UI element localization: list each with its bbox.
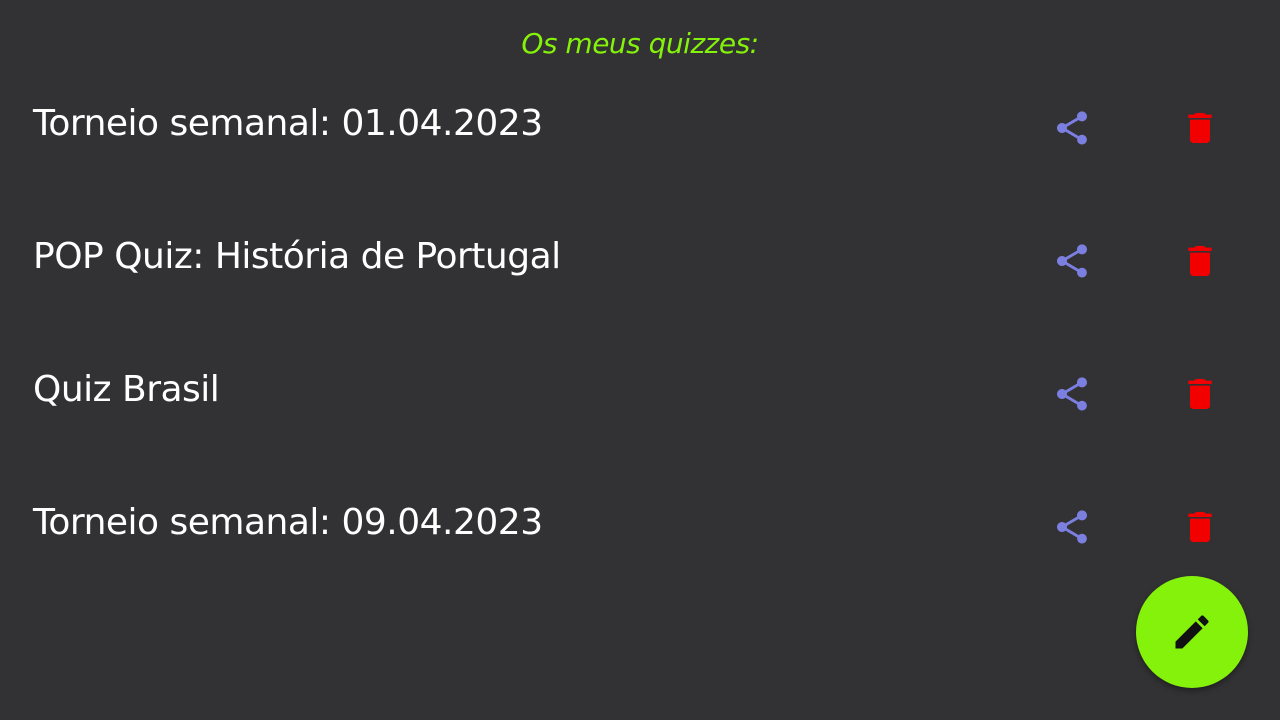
- delete-button[interactable]: [1176, 503, 1224, 551]
- share-icon: [1057, 510, 1087, 544]
- quiz-list-item[interactable]: Torneio semanal: 01.04.2023: [0, 60, 1280, 193]
- trash-icon: [1188, 113, 1212, 143]
- quiz-title[interactable]: Torneio semanal: 01.04.2023: [33, 100, 543, 148]
- quiz-list: Torneio semanal: 01.04.2023 POP Quiz: Hi…: [0, 60, 1280, 592]
- trash-icon: [1188, 379, 1212, 409]
- delete-button[interactable]: [1176, 104, 1224, 152]
- delete-button[interactable]: [1176, 237, 1224, 285]
- quiz-list-item[interactable]: Torneio semanal: 09.04.2023: [0, 459, 1280, 592]
- share-button[interactable]: [1048, 503, 1096, 551]
- quiz-list-screen: Os meus quizzes: Torneio semanal: 01.04.…: [0, 0, 1280, 720]
- quiz-title[interactable]: Quiz Brasil: [33, 366, 220, 414]
- share-icon: [1057, 111, 1087, 145]
- share-icon: [1057, 244, 1087, 278]
- quiz-title[interactable]: POP Quiz: História de Portugal: [33, 233, 561, 281]
- trash-icon: [1188, 512, 1212, 542]
- trash-icon: [1188, 246, 1212, 276]
- create-quiz-button[interactable]: [1136, 576, 1248, 688]
- share-button[interactable]: [1048, 104, 1096, 152]
- quiz-list-item[interactable]: POP Quiz: História de Portugal: [0, 193, 1280, 326]
- pencil-icon: [1175, 615, 1209, 649]
- quiz-list-item[interactable]: Quiz Brasil: [0, 326, 1280, 459]
- share-button[interactable]: [1048, 370, 1096, 418]
- delete-button[interactable]: [1176, 370, 1224, 418]
- quiz-title[interactable]: Torneio semanal: 09.04.2023: [33, 499, 543, 547]
- share-button[interactable]: [1048, 237, 1096, 285]
- share-icon: [1057, 377, 1087, 411]
